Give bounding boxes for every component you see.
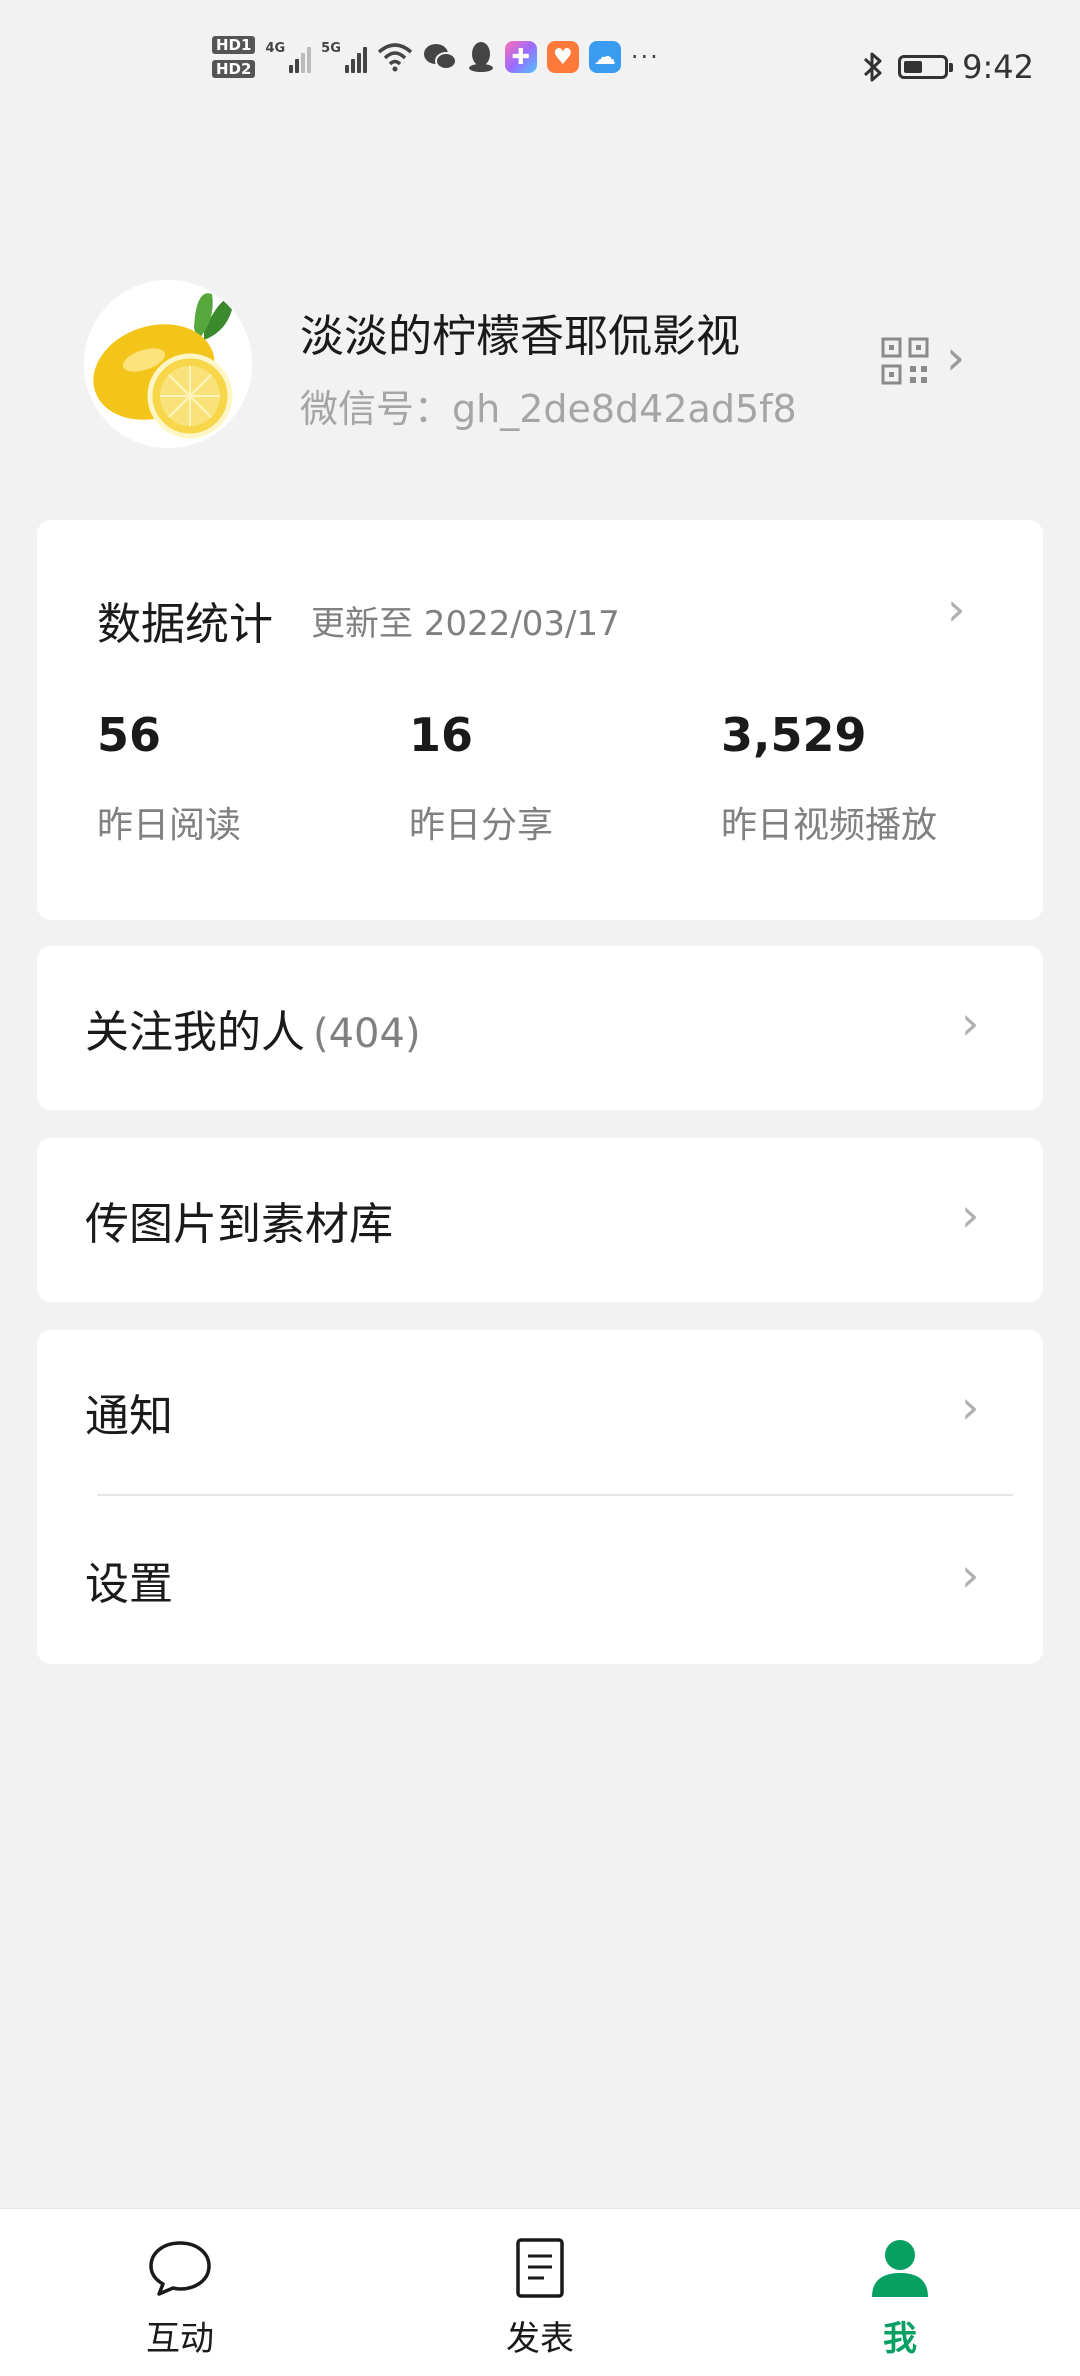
notifications-label: 通知	[85, 1391, 173, 1442]
followers-chevron-icon: ›	[961, 996, 980, 1050]
stat-shares-value: 16	[409, 708, 474, 762]
followers-label: 关注我的人	[85, 1007, 305, 1058]
followers-count: (404)	[313, 1011, 421, 1057]
wechat-icon	[423, 44, 457, 70]
stat-video-plays-label: 昨日视频播放	[721, 805, 938, 846]
status-bar: HD1 HD2 4G 5G ✚ ♥ ☁ ··· 9:42	[0, 0, 1080, 130]
more-notifications-icon: ···	[630, 43, 660, 71]
bottom-nav: 互动 发表 我	[0, 2208, 1080, 2376]
person-icon	[872, 2240, 928, 2297]
stats-chevron-icon: ›	[947, 582, 966, 636]
stat-reads-value: 56	[97, 708, 162, 762]
chat-bubble-icon	[149, 2241, 211, 2296]
battery-level	[904, 61, 923, 73]
upload-chevron-icon: ›	[961, 1188, 980, 1242]
bluetooth-icon	[864, 52, 882, 82]
stat-video-plays: 3,529 昨日视频播放	[721, 708, 937, 848]
notifications-row[interactable]: 通知 ›	[37, 1330, 1043, 1494]
battery-icon	[898, 55, 954, 79]
tab-publish[interactable]: 发表	[460, 2235, 620, 2360]
tab-interact[interactable]: 互动	[100, 2235, 260, 2360]
avatar[interactable]	[84, 280, 252, 448]
settings-label: 设置	[85, 1559, 173, 1610]
tab-me-label: 我	[883, 2319, 917, 2359]
settings-chevron-icon: ›	[961, 1548, 980, 1602]
lemon-avatar-image	[84, 280, 252, 448]
qr-code-icon[interactable]	[880, 336, 930, 386]
stats-card[interactable]: 数据统计 更新至 2022/03/17 › 56 昨日阅读 16 昨日分享 3,…	[37, 520, 1043, 920]
network-type-5g: 5G	[321, 41, 341, 56]
followers-row[interactable]: 关注我的人 (404) ›	[37, 946, 1043, 1110]
wechat-id: 微信号：gh_2de8d42ad5f8	[300, 387, 797, 431]
upload-images-row[interactable]: 传图片到素材库 ›	[37, 1138, 1043, 1302]
tab-publish-label: 发表	[506, 2319, 574, 2359]
upload-images-label: 传图片到素材库	[85, 1199, 393, 1250]
stat-shares-label: 昨日分享	[409, 805, 554, 846]
profile-header[interactable]: 淡淡的柠檬香耶侃影视 微信号：gh_2de8d42ad5f8 ›	[0, 270, 1080, 450]
status-left: HD1 HD2 4G 5G ✚ ♥ ☁ ···	[212, 36, 660, 78]
notifications-chevron-icon: ›	[961, 1380, 980, 1434]
stat-reads-label: 昨日阅读	[97, 805, 242, 846]
divider	[97, 1494, 1013, 1496]
stats-title: 数据统计	[97, 599, 273, 650]
clock: 9:42	[962, 48, 1034, 86]
qq-icon	[468, 42, 493, 72]
followers-label-wrap: 关注我的人 (404)	[85, 996, 421, 1060]
hd1-icon: HD1	[212, 36, 256, 54]
stat-shares: 16 昨日分享	[409, 708, 553, 848]
wifi-icon	[377, 43, 413, 72]
status-right: 9:42	[862, 48, 1034, 86]
app-icon-pink: ✚	[504, 41, 537, 73]
stats-updated: 更新至 2022/03/17	[311, 604, 620, 644]
account-name: 淡淡的柠檬香耶侃影视	[300, 311, 740, 362]
hd-indicators: HD1 HD2	[212, 36, 256, 78]
profile-chevron-icon: ›	[946, 330, 966, 386]
signal-4g-icon: 4G	[265, 41, 312, 73]
hd2-icon: HD2	[212, 60, 256, 78]
tab-interact-label: 互动	[146, 2319, 214, 2359]
stat-reads: 56 昨日阅读	[97, 708, 241, 848]
stat-video-plays-value: 3,529	[721, 708, 867, 762]
signal-5g-icon: 5G	[321, 41, 367, 73]
notify-settings-card: 通知 › 设置 ›	[37, 1330, 1043, 1664]
document-icon	[516, 2238, 564, 2298]
tab-me[interactable]: 我	[820, 2235, 980, 2360]
cloud-app-icon: ☁	[588, 41, 621, 73]
screen: HD1 HD2 4G 5G ✚ ♥ ☁ ··· 9:42 淡淡的柠檬香耶侃影视 …	[0, 0, 1080, 2376]
network-type-4g: 4G	[265, 41, 286, 56]
health-app-icon: ♥	[546, 41, 579, 73]
settings-row[interactable]: 设置 ›	[37, 1498, 1043, 1662]
